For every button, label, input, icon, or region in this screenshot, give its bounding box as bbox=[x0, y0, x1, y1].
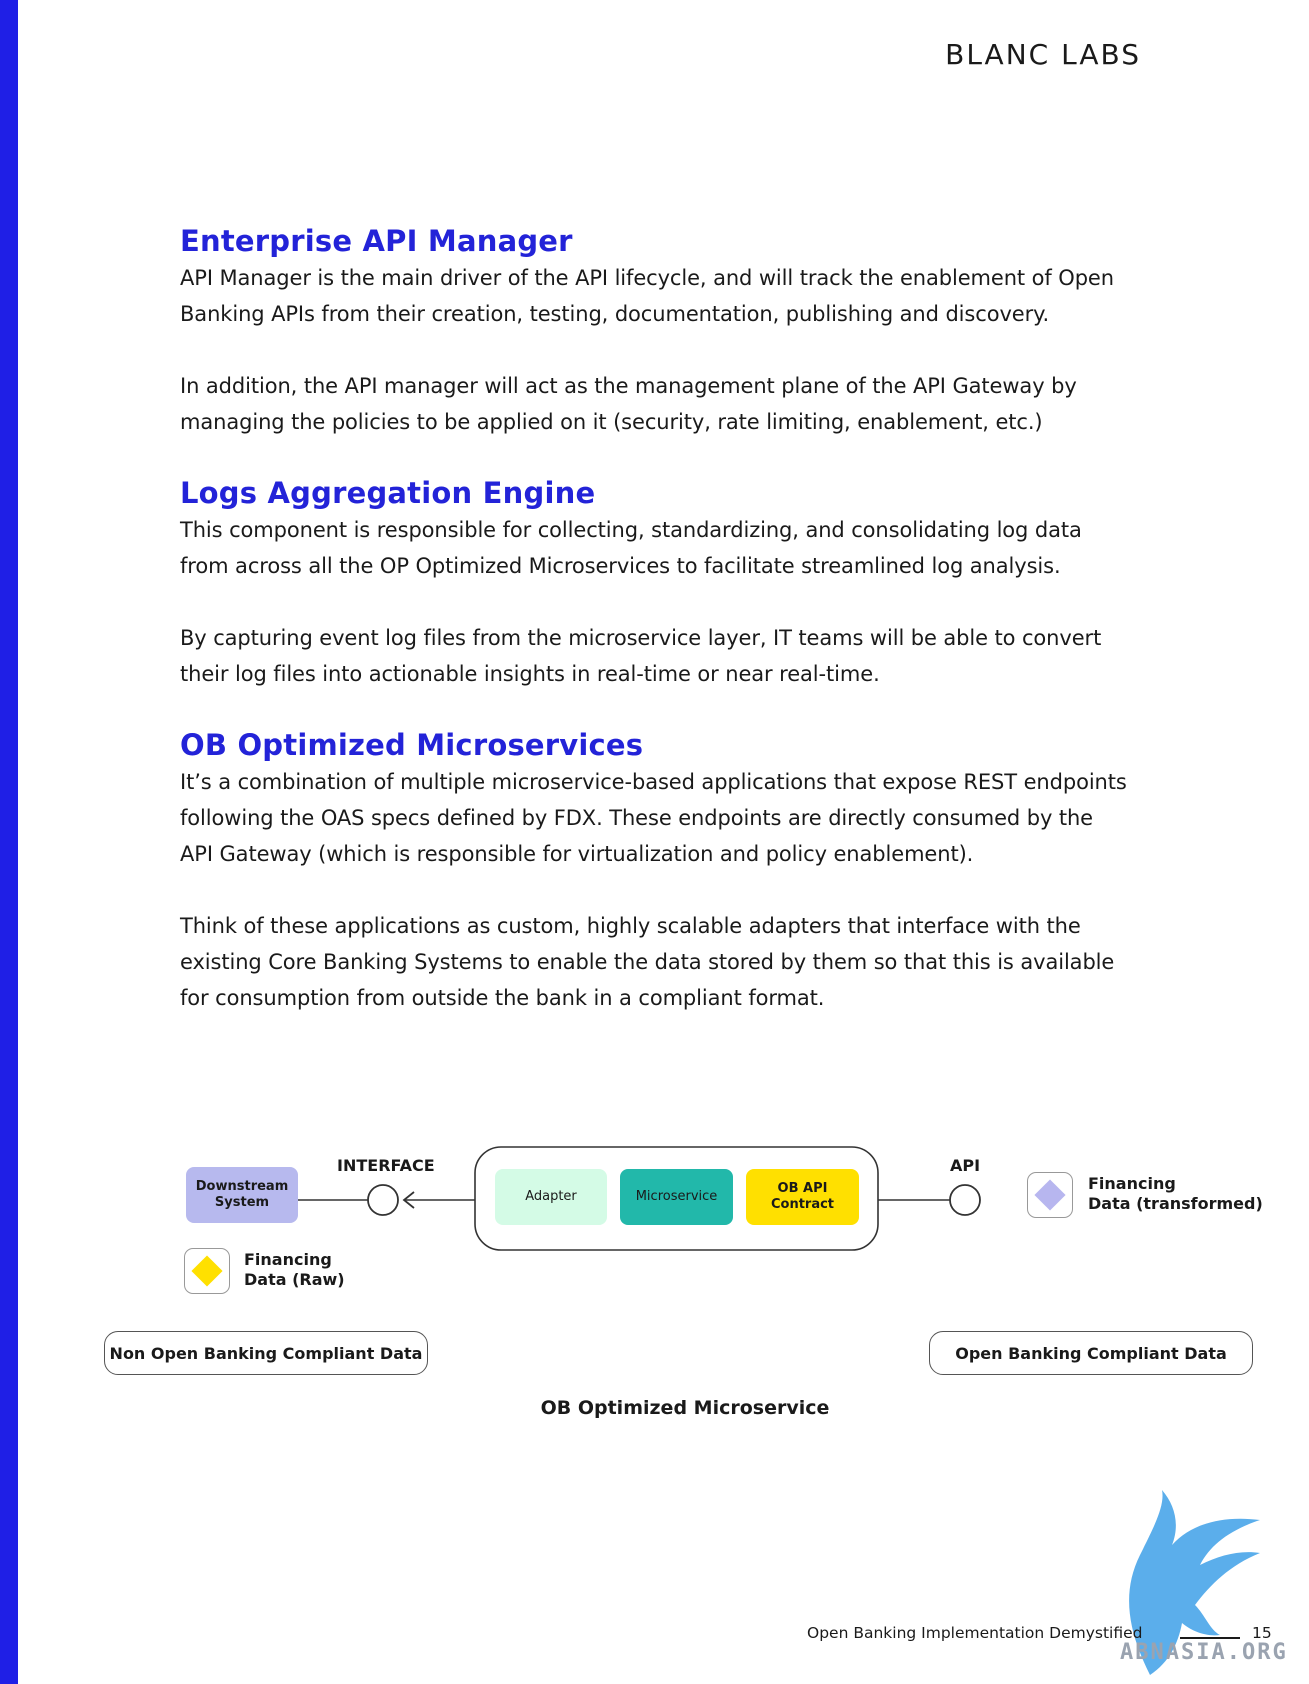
microservice-box: Microservice bbox=[620, 1169, 733, 1225]
transformed-data-label: Financing Data (transformed) bbox=[1088, 1174, 1263, 1213]
paragraph: In addition, the API manager will act as… bbox=[180, 374, 1077, 434]
section-title-ob-microservices: OB Optimized Microservices bbox=[180, 728, 644, 762]
footer-rule bbox=[1180, 1637, 1240, 1639]
transformed-data-icon-tile bbox=[1027, 1172, 1073, 1218]
paragraph: API Manager is the main driver of the AP… bbox=[180, 266, 1114, 326]
paragraph: It’s a combination of multiple microserv… bbox=[180, 770, 1127, 866]
ob-api-contract-box: OB API Contract bbox=[746, 1169, 859, 1225]
diagram-caption: OB Optimized Microservice bbox=[540, 1397, 830, 1419]
downstream-system-box: Downstream System bbox=[186, 1167, 298, 1223]
interface-circle bbox=[367, 1184, 399, 1216]
brand-logo: BLANC LABS bbox=[945, 38, 1141, 71]
left-accent-bar bbox=[0, 0, 18, 1684]
paragraph: By capturing event log files from the mi… bbox=[180, 626, 1102, 686]
section-title-api-manager: Enterprise API Manager bbox=[180, 224, 573, 258]
footer-document-title: Open Banking Implementation Demystified bbox=[807, 1624, 1143, 1642]
paragraph: Think of these applications as custom, h… bbox=[180, 914, 1115, 1010]
api-label: API bbox=[950, 1156, 981, 1175]
interface-label: INTERFACE bbox=[337, 1156, 435, 1175]
yellow-diamond-icon bbox=[191, 1255, 223, 1287]
section-title-logs-aggregation: Logs Aggregation Engine bbox=[180, 476, 596, 510]
compliant-data-pill: Open Banking Compliant Data bbox=[929, 1331, 1253, 1375]
ob-microservice-diagram: Downstream System INTERFACE API Adapter M… bbox=[0, 1130, 1309, 1430]
raw-data-icon-tile bbox=[184, 1248, 230, 1294]
lavender-diamond-icon bbox=[1034, 1179, 1066, 1211]
paragraph: This component is responsible for collec… bbox=[180, 518, 1082, 578]
raw-data-label: Financing Data (Raw) bbox=[244, 1250, 345, 1289]
non-compliant-data-pill: Non Open Banking Compliant Data bbox=[104, 1331, 428, 1375]
api-circle bbox=[949, 1184, 981, 1216]
watermark-text: ABNASIA.ORG bbox=[1120, 1640, 1288, 1665]
main-content: Enterprise API Manager API Manager is th… bbox=[180, 222, 1190, 1016]
adapter-box: Adapter bbox=[495, 1169, 607, 1225]
